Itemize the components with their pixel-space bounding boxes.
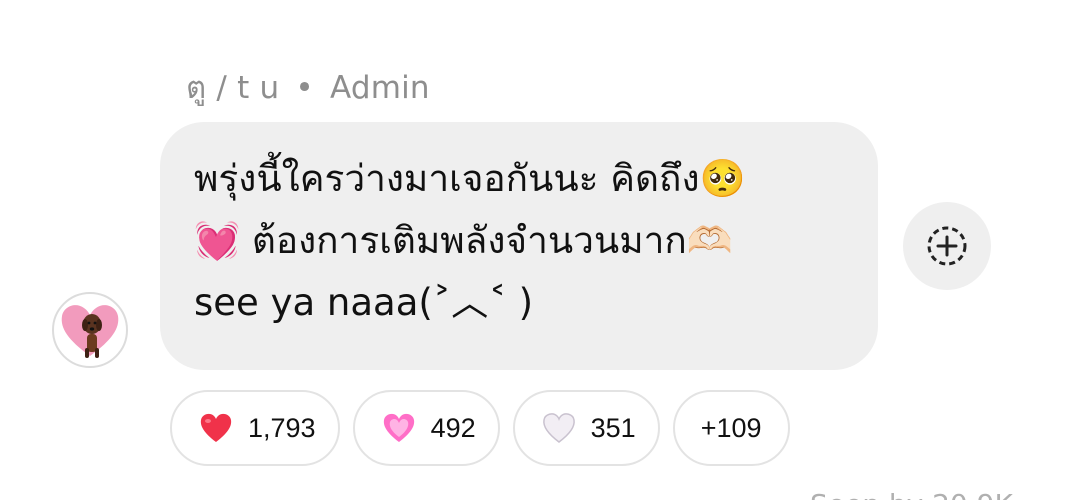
message-view: ตู / t u • Admin พรุ่งนี้ใครว่างมาเจอกัน… (0, 0, 1080, 500)
add-reaction-icon (927, 226, 967, 266)
reaction-pink-heart[interactable]: 492 (352, 390, 500, 466)
reaction-count: 351 (590, 412, 636, 443)
heart-dog-avatar-icon (61, 305, 119, 358)
reaction-count: 1,793 (248, 412, 316, 443)
message-bubble[interactable]: พรุ่งนี้ใครว่างมาเจอกันนะ คิดถึง🥺 💓 ต้อง… (160, 122, 878, 370)
reaction-more-count: +109 (700, 412, 762, 443)
reaction-white-heart[interactable]: 351 (512, 390, 660, 466)
red-heart-icon (200, 413, 232, 442)
add-reaction-button[interactable] (903, 202, 991, 290)
white-heart-icon (542, 413, 575, 443)
seen-by-text: Seen by 20.9K (810, 488, 1013, 500)
message-line: see ya naaa(˃︿˂ ) (194, 281, 533, 324)
reaction-count: 492 (430, 412, 476, 443)
sender-role: Admin (329, 70, 430, 106)
message-line: พรุ่งนี้ใครว่างมาเจอกันนะ คิดถึง🥺 (194, 157, 746, 200)
message-line: 💓 ต้องการเติมพลังจำนวนมาก🫶🏻 (194, 219, 733, 262)
reaction-more-button[interactable]: +109 (672, 390, 790, 466)
sender-header: ตู / t u • Admin (186, 62, 430, 112)
sender-separator: • (295, 70, 314, 106)
avatar[interactable] (52, 292, 128, 368)
reactions-bar: 1,793 492 351 +109 (170, 390, 790, 466)
reaction-red-heart[interactable]: 1,793 (170, 390, 340, 466)
pink-beating-heart-icon (383, 413, 414, 442)
sender-name[interactable]: ตู / t u (186, 70, 279, 106)
